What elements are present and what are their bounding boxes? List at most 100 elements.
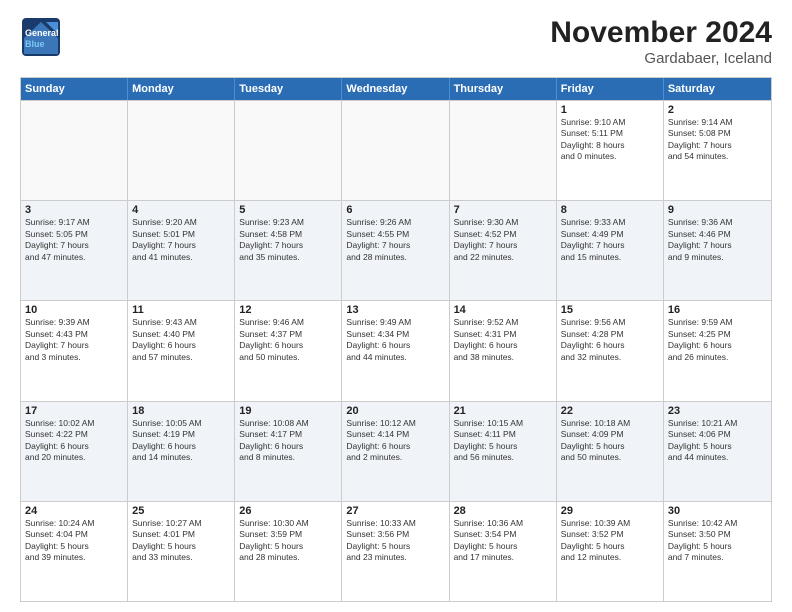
day-info: Sunrise: 9:26 AM Sunset: 4:55 PM Dayligh… <box>346 217 444 263</box>
day-info: Sunrise: 9:46 AM Sunset: 4:37 PM Dayligh… <box>239 317 337 363</box>
day-number: 4 <box>132 204 230 216</box>
calendar-cell: 10Sunrise: 9:39 AM Sunset: 4:43 PM Dayli… <box>21 301 128 400</box>
day-info: Sunrise: 9:23 AM Sunset: 4:58 PM Dayligh… <box>239 217 337 263</box>
day-info: Sunrise: 10:42 AM Sunset: 3:50 PM Daylig… <box>668 518 767 564</box>
day-number: 7 <box>454 204 552 216</box>
calendar-cell: 4Sunrise: 9:20 AM Sunset: 5:01 PM Daylig… <box>128 201 235 300</box>
calendar-row: 10Sunrise: 9:39 AM Sunset: 4:43 PM Dayli… <box>21 300 771 400</box>
svg-text:General: General <box>25 28 59 38</box>
calendar-cell: 1Sunrise: 9:10 AM Sunset: 5:11 PM Daylig… <box>557 101 664 200</box>
day-of-week-header: Thursday <box>450 78 557 100</box>
day-number: 3 <box>25 204 123 216</box>
calendar-cell <box>128 101 235 200</box>
svg-text:Blue: Blue <box>25 39 45 49</box>
day-info: Sunrise: 10:21 AM Sunset: 4:06 PM Daylig… <box>668 418 767 464</box>
calendar-cell: 8Sunrise: 9:33 AM Sunset: 4:49 PM Daylig… <box>557 201 664 300</box>
day-number: 30 <box>668 505 767 517</box>
day-number: 18 <box>132 405 230 417</box>
header: General Blue November 2024 Gardabaer, Ic… <box>20 16 772 67</box>
logo: General Blue <box>20 16 62 58</box>
day-number: 9 <box>668 204 767 216</box>
day-info: Sunrise: 10:08 AM Sunset: 4:17 PM Daylig… <box>239 418 337 464</box>
day-info: Sunrise: 10:24 AM Sunset: 4:04 PM Daylig… <box>25 518 123 564</box>
day-info: Sunrise: 10:18 AM Sunset: 4:09 PM Daylig… <box>561 418 659 464</box>
calendar-body: 1Sunrise: 9:10 AM Sunset: 5:11 PM Daylig… <box>21 100 771 601</box>
day-number: 5 <box>239 204 337 216</box>
calendar-row: 17Sunrise: 10:02 AM Sunset: 4:22 PM Dayl… <box>21 401 771 501</box>
calendar-cell: 26Sunrise: 10:30 AM Sunset: 3:59 PM Dayl… <box>235 502 342 601</box>
day-number: 22 <box>561 405 659 417</box>
day-info: Sunrise: 9:56 AM Sunset: 4:28 PM Dayligh… <box>561 317 659 363</box>
day-number: 25 <box>132 505 230 517</box>
day-number: 21 <box>454 405 552 417</box>
calendar-cell <box>342 101 449 200</box>
day-info: Sunrise: 10:36 AM Sunset: 3:54 PM Daylig… <box>454 518 552 564</box>
day-number: 24 <box>25 505 123 517</box>
calendar-cell: 25Sunrise: 10:27 AM Sunset: 4:01 PM Dayl… <box>128 502 235 601</box>
day-info: Sunrise: 9:49 AM Sunset: 4:34 PM Dayligh… <box>346 317 444 363</box>
day-number: 8 <box>561 204 659 216</box>
calendar-cell: 3Sunrise: 9:17 AM Sunset: 5:05 PM Daylig… <box>21 201 128 300</box>
calendar-cell: 27Sunrise: 10:33 AM Sunset: 3:56 PM Dayl… <box>342 502 449 601</box>
day-number: 11 <box>132 304 230 316</box>
day-of-week-header: Sunday <box>21 78 128 100</box>
day-of-week-header: Monday <box>128 78 235 100</box>
calendar-cell: 29Sunrise: 10:39 AM Sunset: 3:52 PM Dayl… <box>557 502 664 601</box>
calendar-row: 24Sunrise: 10:24 AM Sunset: 4:04 PM Dayl… <box>21 501 771 601</box>
day-info: Sunrise: 9:39 AM Sunset: 4:43 PM Dayligh… <box>25 317 123 363</box>
calendar-row: 1Sunrise: 9:10 AM Sunset: 5:11 PM Daylig… <box>21 100 771 200</box>
day-info: Sunrise: 9:30 AM Sunset: 4:52 PM Dayligh… <box>454 217 552 263</box>
day-number: 10 <box>25 304 123 316</box>
day-number: 20 <box>346 405 444 417</box>
calendar-subtitle: Gardabaer, Iceland <box>550 50 772 67</box>
day-number: 12 <box>239 304 337 316</box>
calendar-cell: 24Sunrise: 10:24 AM Sunset: 4:04 PM Dayl… <box>21 502 128 601</box>
calendar-cell <box>450 101 557 200</box>
day-number: 26 <box>239 505 337 517</box>
day-info: Sunrise: 10:39 AM Sunset: 3:52 PM Daylig… <box>561 518 659 564</box>
day-number: 2 <box>668 104 767 116</box>
day-info: Sunrise: 10:12 AM Sunset: 4:14 PM Daylig… <box>346 418 444 464</box>
calendar-cell: 22Sunrise: 10:18 AM Sunset: 4:09 PM Dayl… <box>557 402 664 501</box>
day-number: 13 <box>346 304 444 316</box>
calendar-cell: 14Sunrise: 9:52 AM Sunset: 4:31 PM Dayli… <box>450 301 557 400</box>
day-of-week-header: Tuesday <box>235 78 342 100</box>
logo-icon: General Blue <box>20 16 62 58</box>
day-number: 15 <box>561 304 659 316</box>
day-info: Sunrise: 9:52 AM Sunset: 4:31 PM Dayligh… <box>454 317 552 363</box>
calendar: SundayMondayTuesdayWednesdayThursdayFrid… <box>20 77 772 602</box>
day-number: 14 <box>454 304 552 316</box>
day-number: 23 <box>668 405 767 417</box>
day-info: Sunrise: 10:30 AM Sunset: 3:59 PM Daylig… <box>239 518 337 564</box>
day-info: Sunrise: 9:17 AM Sunset: 5:05 PM Dayligh… <box>25 217 123 263</box>
calendar-cell: 6Sunrise: 9:26 AM Sunset: 4:55 PM Daylig… <box>342 201 449 300</box>
calendar-cell: 5Sunrise: 9:23 AM Sunset: 4:58 PM Daylig… <box>235 201 342 300</box>
day-info: Sunrise: 9:36 AM Sunset: 4:46 PM Dayligh… <box>668 217 767 263</box>
calendar-cell: 11Sunrise: 9:43 AM Sunset: 4:40 PM Dayli… <box>128 301 235 400</box>
calendar-cell: 12Sunrise: 9:46 AM Sunset: 4:37 PM Dayli… <box>235 301 342 400</box>
calendar-cell: 2Sunrise: 9:14 AM Sunset: 5:08 PM Daylig… <box>664 101 771 200</box>
day-number: 27 <box>346 505 444 517</box>
title-block: November 2024 Gardabaer, Iceland <box>550 16 772 67</box>
day-number: 17 <box>25 405 123 417</box>
calendar-cell: 23Sunrise: 10:21 AM Sunset: 4:06 PM Dayl… <box>664 402 771 501</box>
day-number: 6 <box>346 204 444 216</box>
day-info: Sunrise: 9:10 AM Sunset: 5:11 PM Dayligh… <box>561 117 659 163</box>
day-info: Sunrise: 9:43 AM Sunset: 4:40 PM Dayligh… <box>132 317 230 363</box>
calendar-cell: 19Sunrise: 10:08 AM Sunset: 4:17 PM Dayl… <box>235 402 342 501</box>
page: General Blue November 2024 Gardabaer, Ic… <box>0 0 792 612</box>
day-info: Sunrise: 9:33 AM Sunset: 4:49 PM Dayligh… <box>561 217 659 263</box>
calendar-cell: 13Sunrise: 9:49 AM Sunset: 4:34 PM Dayli… <box>342 301 449 400</box>
day-number: 16 <box>668 304 767 316</box>
day-number: 1 <box>561 104 659 116</box>
calendar-cell: 30Sunrise: 10:42 AM Sunset: 3:50 PM Dayl… <box>664 502 771 601</box>
calendar-cell: 28Sunrise: 10:36 AM Sunset: 3:54 PM Dayl… <box>450 502 557 601</box>
day-number: 28 <box>454 505 552 517</box>
calendar-cell: 21Sunrise: 10:15 AM Sunset: 4:11 PM Dayl… <box>450 402 557 501</box>
calendar-cell: 20Sunrise: 10:12 AM Sunset: 4:14 PM Dayl… <box>342 402 449 501</box>
calendar-title: November 2024 <box>550 16 772 50</box>
day-of-week-header: Saturday <box>664 78 771 100</box>
calendar-header: SundayMondayTuesdayWednesdayThursdayFrid… <box>21 78 771 100</box>
day-info: Sunrise: 10:05 AM Sunset: 4:19 PM Daylig… <box>132 418 230 464</box>
day-info: Sunrise: 10:27 AM Sunset: 4:01 PM Daylig… <box>132 518 230 564</box>
